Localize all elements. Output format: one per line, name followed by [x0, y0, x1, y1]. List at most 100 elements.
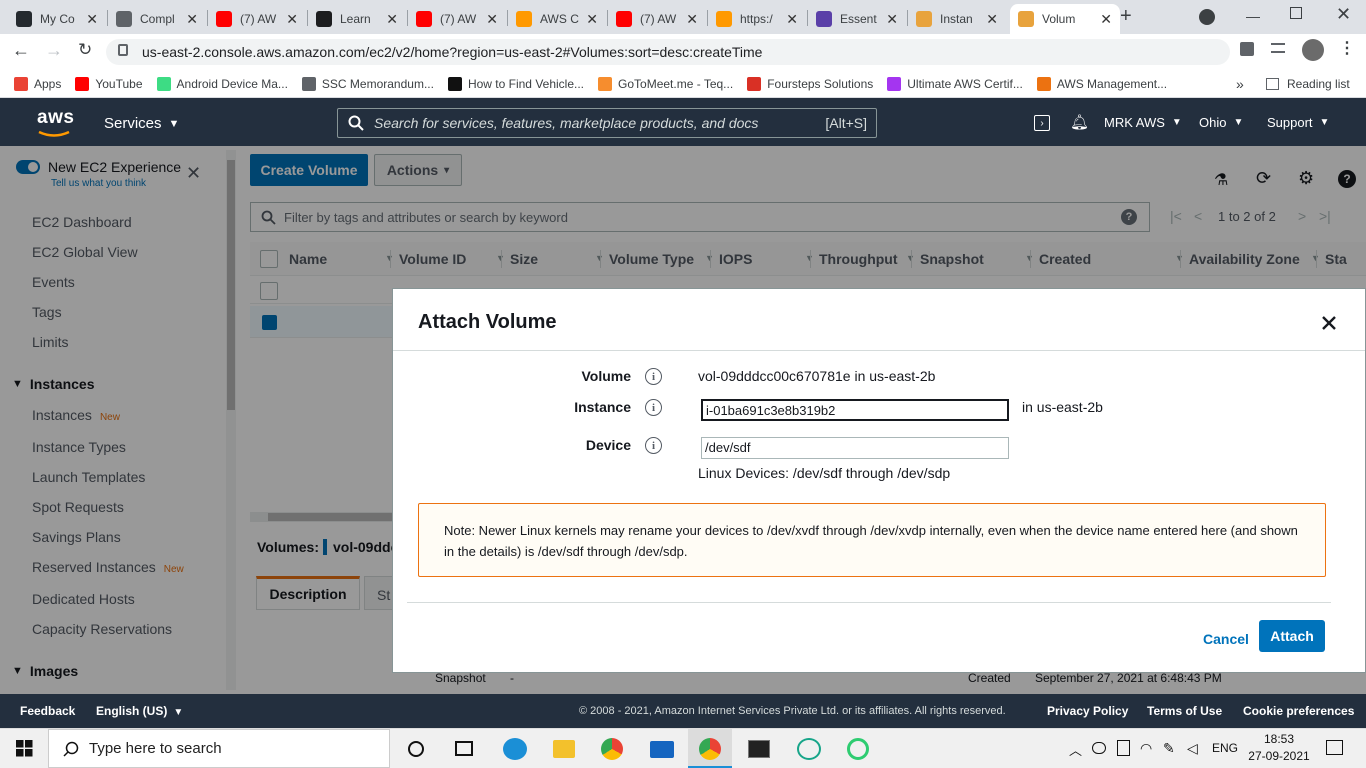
support-menu[interactable]: Support ▼ — [1267, 115, 1329, 130]
attach-button[interactable]: Attach — [1259, 620, 1325, 652]
bookmark-item[interactable]: How to Find Vehicle... — [447, 76, 585, 91]
bookmark-item[interactable]: Android Device Ma... — [156, 76, 288, 91]
back-icon[interactable]: ← — [12, 40, 30, 61]
close-tab-icon[interactable]: ✕ — [886, 11, 898, 28]
close-tab-icon[interactable]: ✕ — [386, 11, 398, 28]
tab-search-icon[interactable] — [1199, 9, 1215, 25]
notifications-icon[interactable] — [1326, 740, 1343, 755]
taskbar-search-input[interactable]: Type here to search — [48, 729, 390, 768]
bookmark-item[interactable]: AWS Management... — [1036, 76, 1167, 91]
region-menu[interactable]: Ohio ▼ — [1199, 115, 1243, 130]
profile-avatar[interactable] — [1302, 39, 1324, 61]
close-tab-icon[interactable]: ✕ — [186, 11, 198, 28]
edge-icon[interactable] — [503, 738, 527, 760]
feedback-button[interactable]: Feedback — [20, 704, 75, 718]
browser-tab[interactable]: AWS C ✕ — [508, 4, 606, 34]
browser-tab[interactable]: (7) AW ✕ — [208, 4, 306, 34]
bookmark-item[interactable]: Apps — [14, 76, 62, 91]
browser-tab[interactable]: https:/ ✕ — [708, 4, 806, 34]
media-control-icon[interactable] — [1271, 43, 1285, 53]
app-ring-icon[interactable] — [847, 738, 869, 760]
address-bar[interactable]: us-east-2.console.aws.amazon.com/ec2/v2/… — [106, 39, 1230, 65]
browser-tab[interactable]: My Co ✕ — [8, 4, 106, 34]
file-explorer-icon[interactable] — [553, 740, 575, 758]
volume-speaker-icon[interactable]: ◁ — [1187, 740, 1198, 757]
bookmarks-bar: Apps YouTube Android Device Ma... SSC Memor… — [0, 70, 1366, 98]
aws-logo[interactable]: aws — [37, 107, 74, 129]
info-icon[interactable]: i — [645, 368, 662, 385]
browser-tab[interactable]: (7) AW ✕ — [608, 4, 706, 34]
browser-tab[interactable]: Instan ✕ — [908, 4, 1006, 34]
cortana-icon[interactable] — [408, 741, 424, 757]
browser-tab[interactable]: Compl ✕ — [108, 4, 206, 34]
terminal-icon[interactable] — [748, 740, 770, 758]
bookmark-label: GoToMeet.me - Teq... — [618, 76, 734, 91]
close-window-button[interactable]: ✕ — [1336, 4, 1351, 25]
services-menu[interactable]: Services ▼ — [104, 115, 179, 132]
language-selector[interactable]: English (US) ▼ — [96, 704, 183, 718]
extensions-icon[interactable] — [1240, 42, 1254, 56]
bookmark-item[interactable]: GoToMeet.me - Teq... — [598, 76, 734, 91]
info-icon[interactable]: i — [645, 437, 662, 454]
bookmark-item[interactable]: SSC Memorandum... — [301, 76, 434, 91]
browser-tab[interactable]: Volum ✕ — [1010, 4, 1120, 34]
browser-tab-strip: My Co ✕ Compl ✕ (7) AW ✕ Learn ✕ (7) AW ✕ AWS C ✕ (7… — [0, 0, 1366, 34]
privacy-policy-link[interactable]: Privacy Policy — [1047, 704, 1128, 718]
aws-search-input[interactable]: Search for services, features, marketpla… — [337, 108, 877, 138]
cookie-preferences-link[interactable]: Cookie preferences — [1243, 704, 1354, 718]
youtube-icon — [416, 11, 432, 27]
minimize-window-button[interactable]: — — [1246, 8, 1260, 24]
bookmark-item[interactable]: Foursteps Solutions — [747, 76, 873, 91]
cloudshell-icon[interactable]: › — [1034, 115, 1050, 131]
taskbar-chrome-active[interactable] — [688, 729, 732, 768]
tab-title: My Co — [40, 12, 75, 26]
bookmark-label: How to Find Vehicle... — [467, 76, 585, 91]
close-tab-icon[interactable]: ✕ — [286, 11, 298, 28]
forward-icon[interactable]: → — [45, 40, 63, 61]
instance-input[interactable]: i-01ba691c3e8b319b2 — [701, 399, 1009, 421]
clock-time[interactable]: 18:53 — [1254, 732, 1304, 746]
close-tab-icon[interactable]: ✕ — [586, 11, 598, 28]
close-tab-icon[interactable]: ✕ — [786, 11, 798, 28]
account-menu[interactable]: MRK AWS ▼ — [1104, 115, 1182, 130]
close-tab-icon[interactable]: ✕ — [986, 11, 998, 28]
notifications-bell-icon[interactable]: 🔔︎ — [1070, 113, 1089, 131]
chrome-icon[interactable] — [601, 738, 623, 760]
wifi-icon[interactable]: ◠ — [1140, 740, 1152, 757]
language-indicator[interactable]: ENG — [1212, 741, 1238, 755]
show-hidden-icons-icon[interactable]: ︿ — [1069, 740, 1082, 759]
browser-menu-icon[interactable]: ⋮ — [1339, 38, 1355, 58]
bookmark-favicon-icon — [301, 76, 316, 91]
volume-label: Volume — [581, 368, 631, 384]
doc-icon — [816, 11, 832, 27]
device-input[interactable]: /dev/sdf — [701, 437, 1009, 459]
info-icon[interactable]: i — [645, 399, 662, 416]
browser-tab[interactable]: Learn ✕ — [308, 4, 406, 34]
task-view-icon[interactable] — [455, 741, 473, 756]
close-tab-icon[interactable]: ✕ — [1100, 11, 1112, 28]
close-tab-icon[interactable]: ✕ — [486, 11, 498, 28]
bookmark-item[interactable]: Ultimate AWS Certif... — [887, 76, 1023, 91]
atom-icon[interactable] — [797, 738, 821, 760]
pen-icon[interactable]: ✎ — [1163, 740, 1175, 757]
windows-start-icon[interactable] — [16, 740, 33, 757]
cancel-button[interactable]: Cancel — [1203, 631, 1249, 647]
bookmark-item[interactable]: YouTube — [75, 76, 143, 91]
bookmarks-overflow-button[interactable]: » — [1236, 76, 1244, 92]
bookmark-label: Apps — [34, 76, 62, 91]
browser-tab[interactable]: Essent ✕ — [808, 4, 906, 34]
browser-tab[interactable]: (7) AW ✕ — [408, 4, 506, 34]
onedrive-icon[interactable] — [1092, 742, 1106, 754]
new-tab-button[interactable]: + — [1120, 5, 1132, 28]
close-tab-icon[interactable]: ✕ — [86, 11, 98, 28]
mail-icon[interactable] — [650, 741, 674, 758]
close-icon[interactable] — [1322, 316, 1336, 330]
close-tab-icon[interactable]: ✕ — [686, 11, 698, 28]
clock-date[interactable]: 27-09-2021 — [1240, 749, 1318, 763]
reading-list-button[interactable]: Reading list — [1266, 77, 1350, 91]
restore-window-button[interactable] — [1290, 7, 1302, 19]
reload-icon[interactable]: ↻ — [78, 40, 92, 60]
battery-icon[interactable] — [1117, 740, 1130, 756]
terms-of-use-link[interactable]: Terms of Use — [1147, 704, 1222, 718]
tab-title: AWS C — [540, 12, 579, 26]
